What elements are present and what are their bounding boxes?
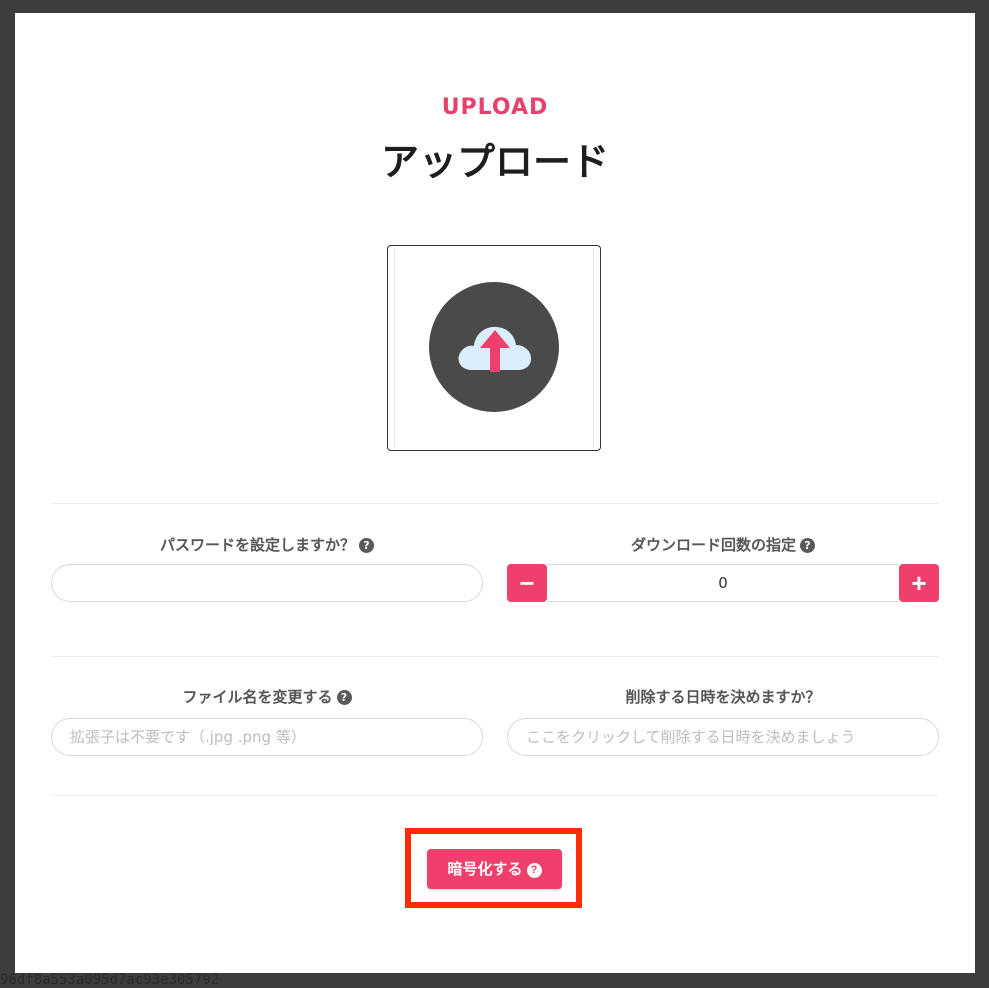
password-input[interactable] xyxy=(51,564,483,602)
rename-label: ファイル名を変更する? xyxy=(51,686,483,707)
upload-modal: UPLOAD アップロード パスワードを設定しますか？? ダウンロード回数の指定… xyxy=(15,13,975,973)
password-label: パスワードを設定しますか？? xyxy=(51,534,483,555)
page-title: アップロード xyxy=(380,140,609,184)
help-icon[interactable]: ? xyxy=(359,538,374,553)
encrypt-button[interactable]: 暗号化する? xyxy=(427,849,562,889)
download-count-value[interactable]: 0 xyxy=(547,564,899,602)
divider xyxy=(51,503,939,504)
increment-button[interactable]: + xyxy=(899,564,939,602)
help-icon[interactable]: ? xyxy=(336,690,352,705)
file-upload-dropzone[interactable] xyxy=(387,245,601,451)
help-icon[interactable]: ? xyxy=(800,538,815,553)
divider xyxy=(51,795,939,796)
download-count-label: ダウンロード回数の指定? xyxy=(507,534,939,555)
divider xyxy=(51,656,939,657)
help-icon: ? xyxy=(526,863,542,878)
rename-input[interactable] xyxy=(51,718,483,756)
decrement-button[interactable]: − xyxy=(507,564,547,602)
delete-datetime-input[interactable] xyxy=(507,718,939,756)
cloud-upload-icon xyxy=(429,282,559,412)
delete-datetime-label: 削除する日時を決めますか？ xyxy=(625,688,821,706)
section-eyebrow: UPLOAD xyxy=(441,95,549,120)
